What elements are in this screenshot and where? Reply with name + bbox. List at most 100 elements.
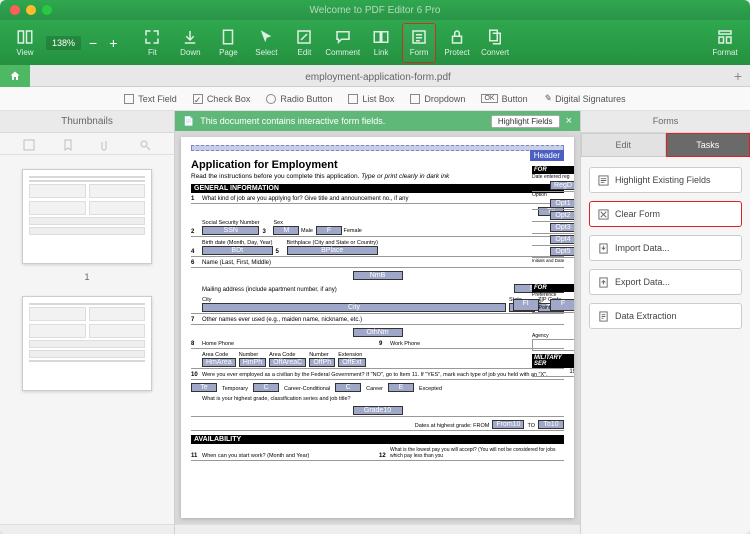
field-opt4[interactable]: Opt4 [550, 235, 574, 244]
main-toolbar: View 138% − + Fit Down Page Select Edit [0, 20, 750, 65]
zoom-in-button[interactable]: + [105, 35, 121, 51]
check-box-option[interactable]: ✓Check Box [193, 94, 251, 104]
digital-signatures-option[interactable]: ✎Digital Signatures [544, 93, 626, 104]
thumbnail-grid-icon[interactable] [23, 138, 35, 150]
convert-tool[interactable]: Convert [478, 23, 512, 63]
zoom-value[interactable]: 138% [46, 36, 81, 50]
select-tool[interactable]: Select [249, 23, 283, 63]
field-regd[interactable]: RegD [550, 181, 574, 190]
link-label: Link [374, 48, 389, 57]
forms-panel-title: Forms [581, 111, 750, 133]
field-offext[interactable]: OffExt [338, 358, 365, 367]
format-tool[interactable]: Format [708, 23, 742, 63]
field-bplace[interactable]: BPlace [287, 246, 378, 255]
thumbnails-list[interactable]: 1 [0, 155, 174, 524]
thumbnail-page-1[interactable] [22, 169, 152, 264]
field-c1[interactable]: C [253, 383, 279, 392]
edit-label: Edit [298, 48, 312, 57]
view-tool[interactable]: View [8, 23, 42, 63]
forms-panel-tabs: Edit Tasks [581, 133, 750, 157]
list-box-option[interactable]: List Box [348, 94, 394, 104]
thumbnails-scrollbar[interactable] [0, 524, 174, 534]
field-fi[interactable]: FI [513, 299, 539, 311]
app-window: Welcome to PDF Editor 6 Pro View 138% − … [0, 0, 750, 534]
thumbnail-page-2[interactable] [22, 296, 152, 391]
clear-form-button[interactable]: Clear Form [589, 201, 742, 227]
form-tool[interactable]: Form [402, 23, 436, 63]
format-label: Format [712, 48, 737, 57]
field-ssn[interactable]: SSN [202, 226, 259, 235]
radio-button-option[interactable]: Radio Button [266, 94, 332, 104]
field-female[interactable]: F [316, 226, 342, 235]
field-from10[interactable]: From10 [492, 420, 524, 429]
fit-label: Fit [148, 48, 157, 57]
document-viewport[interactable]: Header Application for Employment Read t… [175, 131, 580, 524]
export-data-button[interactable]: Export Data... [589, 269, 742, 295]
page-label: Page [219, 48, 238, 57]
field-othnm[interactable]: OthNm [353, 328, 403, 337]
field-opt1[interactable]: Opt1 [550, 199, 574, 208]
import-data-button[interactable]: Import Data... [589, 235, 742, 261]
field-hmarea[interactable]: HmArea [202, 358, 236, 367]
thumbnails-panel: Thumbnails 1 [0, 111, 175, 534]
field-opt3[interactable]: Opt3 [550, 223, 574, 232]
field-to10[interactable]: To10 [538, 420, 564, 429]
comment-tool[interactable]: Comment [325, 23, 360, 63]
protect-tool[interactable]: Protect [440, 23, 474, 63]
dropdown-option[interactable]: Dropdown [410, 94, 465, 104]
edit-tool[interactable]: Edit [287, 23, 321, 63]
field-bdt[interactable]: BDt [202, 246, 273, 255]
form-options-bar: Text Field ✓Check Box Radio Button List … [0, 87, 750, 111]
attachment-icon[interactable] [100, 138, 112, 150]
page-tool[interactable]: Page [211, 23, 245, 63]
doc-title: Application for Employment [191, 159, 564, 171]
down-tool[interactable]: Down [173, 23, 207, 63]
zoom-group: 138% − + [46, 35, 121, 51]
forms-panel-body: Highlight Existing Fields Clear Form Imp… [581, 157, 750, 339]
field-grade10[interactable]: Grade10 [353, 406, 403, 415]
doc-instructions: Read the instructions before you complet… [191, 173, 564, 180]
tab-bar: employment-application-form.pdf + [0, 65, 750, 87]
search-icon[interactable] [139, 138, 151, 150]
field-opt5[interactable]: Opt5 [550, 247, 574, 256]
field-offph[interactable]: OffPh [309, 358, 335, 367]
field-opt2[interactable]: Opt2 [550, 211, 574, 220]
field-c2[interactable]: C [335, 383, 361, 392]
field-name[interactable]: NmB [353, 271, 403, 280]
highlight-fields-button[interactable]: Highlight Fields [491, 115, 560, 128]
add-tab-button[interactable]: + [726, 68, 750, 84]
field-male[interactable]: M [273, 226, 299, 235]
link-tool[interactable]: Link [364, 23, 398, 63]
document-area: 📄 This document contains interactive for… [175, 111, 580, 534]
highlight-existing-fields-button[interactable]: Highlight Existing Fields [589, 167, 742, 193]
fit-tool[interactable]: Fit [135, 23, 169, 63]
close-banner-button[interactable]: × [566, 115, 572, 127]
thumbnails-tools [0, 133, 174, 155]
zoom-out-button[interactable]: − [85, 35, 101, 51]
view-label: View [16, 48, 33, 57]
text-field-option[interactable]: Text Field [124, 94, 177, 104]
field-hmph[interactable]: HmPh [239, 358, 266, 367]
thumbnail-page-number: 1 [14, 272, 160, 282]
tab-edit[interactable]: Edit [581, 133, 666, 157]
section-general: GENERAL INFORMATION [191, 184, 564, 193]
convert-label: Convert [481, 48, 509, 57]
field-city[interactable]: City [202, 303, 506, 312]
data-extraction-button[interactable]: Data Extraction [589, 303, 742, 329]
field-offareac[interactable]: OffAreaC [269, 358, 306, 367]
home-tab[interactable] [0, 65, 30, 87]
down-label: Down [180, 48, 200, 57]
field-f2[interactable]: F [550, 299, 574, 311]
field-e[interactable]: E [388, 383, 414, 392]
field-te[interactable]: Te [191, 383, 217, 392]
select-label: Select [255, 48, 277, 57]
document-tab[interactable]: employment-application-form.pdf [30, 68, 726, 83]
button-option[interactable]: OKButton [481, 94, 527, 104]
content-area: Thumbnails 1 [0, 111, 750, 534]
tab-tasks[interactable]: Tasks [666, 133, 750, 157]
field-header[interactable]: Header [530, 150, 564, 161]
document-scrollbar[interactable] [175, 524, 580, 534]
info-message: This document contains interactive form … [200, 116, 385, 126]
titlebar: Welcome to PDF Editor 6 Pro [0, 0, 750, 20]
bookmark-icon[interactable] [62, 138, 74, 150]
